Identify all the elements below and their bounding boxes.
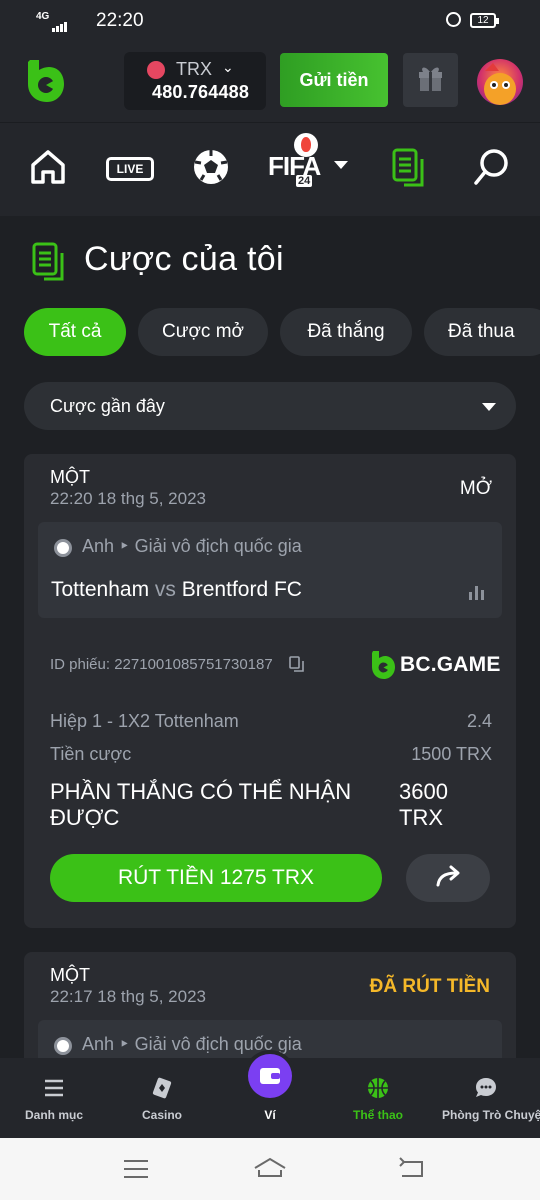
league-name: Giải vô địch quốc gia [134, 536, 302, 556]
search-icon[interactable] [472, 147, 512, 187]
bottom-nav: Danh mục Casino Ví Thể thao Phòng Trò Ch… [0, 1054, 540, 1138]
fifa-year-badge: 24 [296, 175, 313, 187]
page-title: Cược của tôi [84, 240, 284, 278]
nav-label: Casino [141, 1108, 182, 1122]
away-team: Brentford FC [181, 578, 302, 601]
nav-wallet[interactable]: Ví [216, 1054, 324, 1138]
trx-coin-icon [147, 61, 165, 79]
network-type: 4G [36, 11, 50, 22]
alarm-icon [446, 12, 461, 27]
bet-type: MỘT [50, 467, 90, 487]
caret-down-icon [482, 403, 496, 411]
battery-icon: 12 [470, 13, 499, 28]
soccer-ball-icon [54, 1037, 72, 1055]
chevron-down-icon: ⌄ [222, 59, 234, 75]
league-path: Anh ‣ Giải vô địch quốc gia [82, 1034, 302, 1054]
system-nav [0, 1138, 540, 1200]
bet-date: 22:20 18 thg 5, 2023 [50, 489, 206, 508]
share-button[interactable] [406, 854, 490, 902]
cashout-button[interactable]: RÚT TIỀN 1275 TRX [50, 854, 382, 902]
vs-label: vs [154, 578, 176, 601]
match-info[interactable]: Anh ‣ Giải vô địch quốc gia Tottenham vs… [38, 522, 502, 618]
gift-button[interactable] [403, 53, 458, 107]
nav-label: Ví [264, 1108, 276, 1122]
nav-sports[interactable]: Thể thao [324, 1058, 432, 1138]
bc-logo-icon[interactable] [24, 58, 66, 104]
league-country: Anh [82, 1034, 115, 1054]
live-button[interactable]: LIVE [106, 157, 154, 181]
match-teams: Tottenham vs Brentford FC [51, 578, 302, 602]
nav-label: Danh mục [24, 1108, 83, 1122]
menu-icon [45, 1079, 63, 1097]
league-path: Anh ‣ Giải vô địch quốc gia [82, 536, 302, 556]
casino-icon [152, 1077, 172, 1099]
copy-icon[interactable] [289, 656, 305, 673]
stats-icon[interactable] [468, 584, 486, 600]
stake-label: Tiền cược [50, 744, 132, 764]
balance-amount: 480.764488 [152, 82, 250, 102]
main-nav: LIVE FIFA 24 [0, 122, 540, 216]
fire-icon [294, 133, 318, 157]
fifa-label: FIFA [268, 151, 321, 181]
home-icon[interactable] [252, 1156, 288, 1180]
stake-value: 1500 TRX [411, 744, 492, 764]
status-badge: ĐÃ RÚT TIỀN [369, 976, 490, 997]
currency-label: TRX [176, 59, 212, 79]
top-bar: TRX ⌄ 480.764488 Gửi tiền [0, 42, 540, 122]
ticket-id: ID phiếu: 2271001085751730187 [50, 656, 273, 673]
wallet-icon [248, 1054, 292, 1098]
tab-open[interactable]: Cược mở [138, 308, 268, 356]
home-team: Tottenham [51, 578, 150, 601]
soccer-icon[interactable] [191, 147, 231, 187]
tab-lost[interactable]: Đã thua [424, 308, 540, 356]
stake-row: Tiền cược 1500 TRX [50, 744, 492, 765]
back-icon[interactable] [396, 1156, 426, 1180]
potential-win-amount: 3600 TRX [399, 779, 448, 830]
status-badge: MỞ [459, 478, 492, 499]
selection-row: Hiệp 1 - 1X2 Tottenham 2.4 [50, 711, 492, 732]
bet-type: MỘT [50, 965, 90, 985]
nav-label: Phòng Trò Chuyện [442, 1108, 540, 1122]
odds-value: 2.4 [466, 711, 492, 731]
my-bets-icon [32, 242, 64, 281]
bc-logo-icon [372, 651, 395, 679]
chat-icon [476, 1078, 496, 1097]
potential-win-label: PHẦN THẮNG CÓ THỂ NHẬN ĐƯỢC [50, 779, 352, 830]
dropdown-value: Cược gần đây [50, 396, 165, 416]
share-arrow-icon [436, 865, 460, 887]
nav-categories[interactable]: Danh mục [0, 1058, 108, 1138]
avatar[interactable] [477, 59, 523, 105]
nav-label: Thể thao [353, 1108, 403, 1122]
balance-selector[interactable]: TRX ⌄ 480.764488 [124, 52, 266, 110]
my-bets-icon[interactable] [390, 147, 430, 191]
selection-label: Hiệp 1 - 1X2 Tottenham [50, 711, 239, 731]
league-name: Giải vô địch quốc gia [134, 1034, 302, 1054]
chevron-down-icon [334, 161, 348, 169]
basketball-icon [368, 1078, 388, 1098]
gift-icon [419, 67, 442, 91]
recents-icon[interactable] [122, 1158, 150, 1180]
deposit-button[interactable]: Gửi tiền [280, 53, 388, 107]
brand-name: BC.GAME [400, 653, 501, 676]
signal-icon [52, 14, 68, 32]
nav-casino[interactable]: Casino [108, 1058, 216, 1138]
league-country: Anh [82, 536, 115, 556]
avatar-art [484, 63, 516, 105]
tab-all[interactable]: Tất cả [24, 308, 126, 356]
bet-date: 22:17 18 thg 5, 2023 [50, 987, 206, 1006]
soccer-ball-icon [54, 539, 72, 557]
status-bar: 4G 22:20 12 [0, 0, 540, 42]
recent-bets-dropdown[interactable]: Cược gần đây [24, 382, 516, 430]
fifa-menu[interactable]: FIFA 24 [268, 133, 348, 187]
nav-chat[interactable]: Phòng Trò Chuyện [432, 1058, 540, 1138]
bet-filter-tabs: Tất cả Cược mở Đã thắng Đã thua [24, 308, 540, 356]
home-icon[interactable] [28, 147, 68, 187]
tab-won[interactable]: Đã thắng [280, 308, 412, 356]
clock: 22:20 [96, 10, 144, 31]
bet-card[interactable]: MỘT 22:20 18 thg 5, 2023 MỞ Anh ‣ Giải v… [24, 454, 516, 928]
